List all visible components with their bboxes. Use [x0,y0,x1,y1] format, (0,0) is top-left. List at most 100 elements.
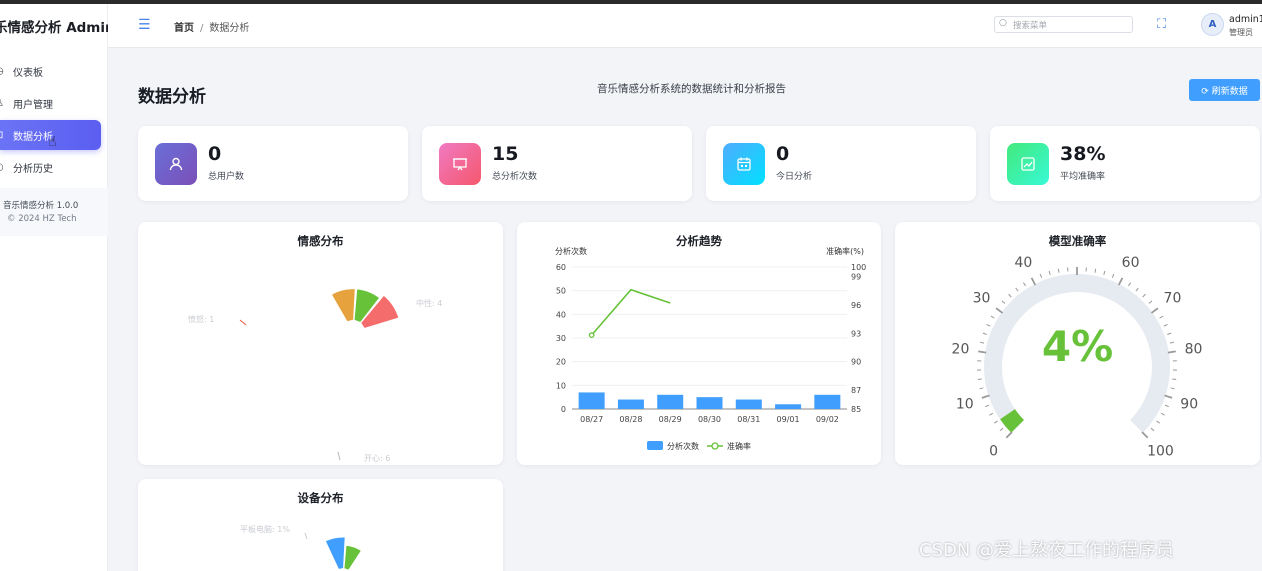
stat-card-total-analyses: 15 总分析次数 [422,126,692,201]
legend-label: 分析次数 [667,441,699,451]
calendar-icon [723,143,765,185]
y2-tick-label: 87 [851,386,861,395]
y-tick-label: 10 [556,381,566,390]
device-pie-chart [304,532,362,571]
gauge-tick [1150,307,1159,314]
sidebar-item-users[interactable]: ♙ 用户管理 [0,88,101,118]
pie-slice[interactable] [343,544,362,571]
gauge-tick [994,420,998,424]
gauge-tick [979,387,984,390]
gauge-tick-label: 0 [989,443,998,459]
search-input[interactable]: ○ 搜索菜单 [994,16,1133,33]
pie-label-line [337,451,341,461]
gauge-tick-label: 60 [1122,255,1140,271]
stat-card-today-analyses: 0 今日分析 [706,126,976,201]
gauge-tick [1094,268,1097,273]
menu-toggle-icon[interactable]: ☰ [138,17,151,33]
sidebar-item-data-analysis[interactable]: ⊡ 数据分析 ☝ [0,120,101,150]
y-tick-label: 60 [556,263,566,272]
gauge-tick [989,412,994,416]
y2-tick-label: 99 [851,272,861,281]
user-name[interactable]: admin1 [1229,14,1262,25]
version-text: 音乐情感分析 1.0.0 [3,201,79,211]
bar[interactable] [735,399,762,409]
bar[interactable] [696,397,723,409]
gauge-tick [1008,293,1012,298]
stat-card-avg-accuracy: 38% 平均准确率 [990,126,1260,201]
gauge-tick-label: 100 [1147,443,1174,459]
legend-line-marker [711,442,719,450]
avatar[interactable]: A [1201,13,1224,36]
y-tick-label: 20 [556,358,566,367]
refresh-data-button[interactable]: ⟳ 刷新数据 [1189,79,1260,101]
device-pie-slices [324,536,362,571]
sidebar-item-label: 仪表板 [13,67,43,79]
pie-slice[interactable] [330,288,356,323]
y2-tick-label: 90 [851,358,861,367]
emotion-pie-chart [239,288,400,461]
gauge-tick [1001,300,1006,304]
sidebar-item-label: 分析历史 [13,163,53,175]
page-subtitle: 音乐情感分析系统的数据统计和分析报告 [597,83,786,95]
gauge-tick [1057,268,1060,273]
accuracy-line[interactable] [591,288,671,336]
bar[interactable] [814,394,841,409]
top-header: ☰ 首页 / 数据分析 ○ 搜索菜单 ⛶ A admin1 管理员 [108,4,1262,48]
x-tick-label: 08/29 [659,415,682,424]
gauge-tick [1159,315,1164,319]
gauge-tick [1156,420,1160,424]
model-accuracy-panel: 0 10 20 30 40 60 70 80 90 100 模型准确率 4% [895,222,1260,465]
line-point[interactable] [588,332,595,339]
breadcrumb-current: 数据分析 [209,23,250,34]
copyright-text: © 2024 HZ Tech [7,214,77,224]
version-info: 音乐情感分析 1.0.0 © 2024 HZ Tech [0,188,108,236]
gauge-tick [1164,404,1169,408]
gauge-tick [1142,293,1146,298]
sidebar-nav: ◷ 仪表板 ♙ 用户管理 ⊡ 数据分析 ☝ ◴ 分析历史 [0,56,108,184]
stat-label: 总用户数 [208,172,245,182]
gauge-tick-label: 30 [973,291,991,307]
gauge-tick [1103,270,1106,275]
gauge-progress [1000,408,1025,433]
sidebar-item-label: 数据分析 [13,131,53,143]
analysis-trend-panel: 分析趋势 分析次数 准确率(%) 0 10 20 30 40 50 60 85 87 90 93 96 99… [517,222,881,465]
gauge-tick-label: 90 [1180,396,1198,412]
pie-label: 开心: 6 [364,454,391,463]
x-tick-label: 09/02 [816,415,839,424]
pie-slice[interactable] [324,536,346,570]
gauge-tick [1164,394,1173,399]
gauge-tick [1135,287,1139,292]
panel-title: 模型准确率 [1048,234,1107,248]
gauge-tick [1015,287,1019,292]
pie-label: 愤怒: 1 [188,315,215,324]
gauge-tick [981,394,990,399]
gauge-tick [1148,300,1153,304]
gauge-tick [1005,431,1013,439]
bar[interactable] [617,399,644,409]
gauge-tick [1022,282,1026,287]
gauge-tick-label: 70 [1164,291,1182,307]
sidebar-item-dashboard[interactable]: ◷ 仪表板 [0,56,101,86]
x-tick-label: 08/27 [580,415,603,424]
legend-bar-swatch [647,441,663,450]
bar[interactable] [578,392,605,409]
y2-axis-label: 准确率(%) [826,246,864,256]
y-tick-label: 40 [556,310,566,319]
bar[interactable] [775,404,802,409]
sidebar-item-history[interactable]: ◴ 分析历史 [0,152,101,182]
y2-tick-label: 100 [851,263,866,272]
pie-label-line [304,532,308,540]
breadcrumb-home[interactable]: 首页 [174,23,194,34]
stat-card-total-users: 0 总用户数 [138,126,408,201]
stat-value: 0 [776,143,790,165]
page-title: 数据分析 [138,87,206,107]
bar[interactable] [657,394,684,409]
stat-label: 总分析次数 [492,172,538,182]
x-tick-label: 08/30 [698,415,721,424]
y-tick-label: 50 [556,287,566,296]
sidebar-item-label: 用户管理 [13,99,53,111]
gauge-tick-label: 10 [956,396,974,412]
search-icon: ○ [999,18,1007,28]
fullscreen-icon[interactable]: ⛶ [1157,17,1166,32]
legend-label: 准确率 [727,441,751,451]
